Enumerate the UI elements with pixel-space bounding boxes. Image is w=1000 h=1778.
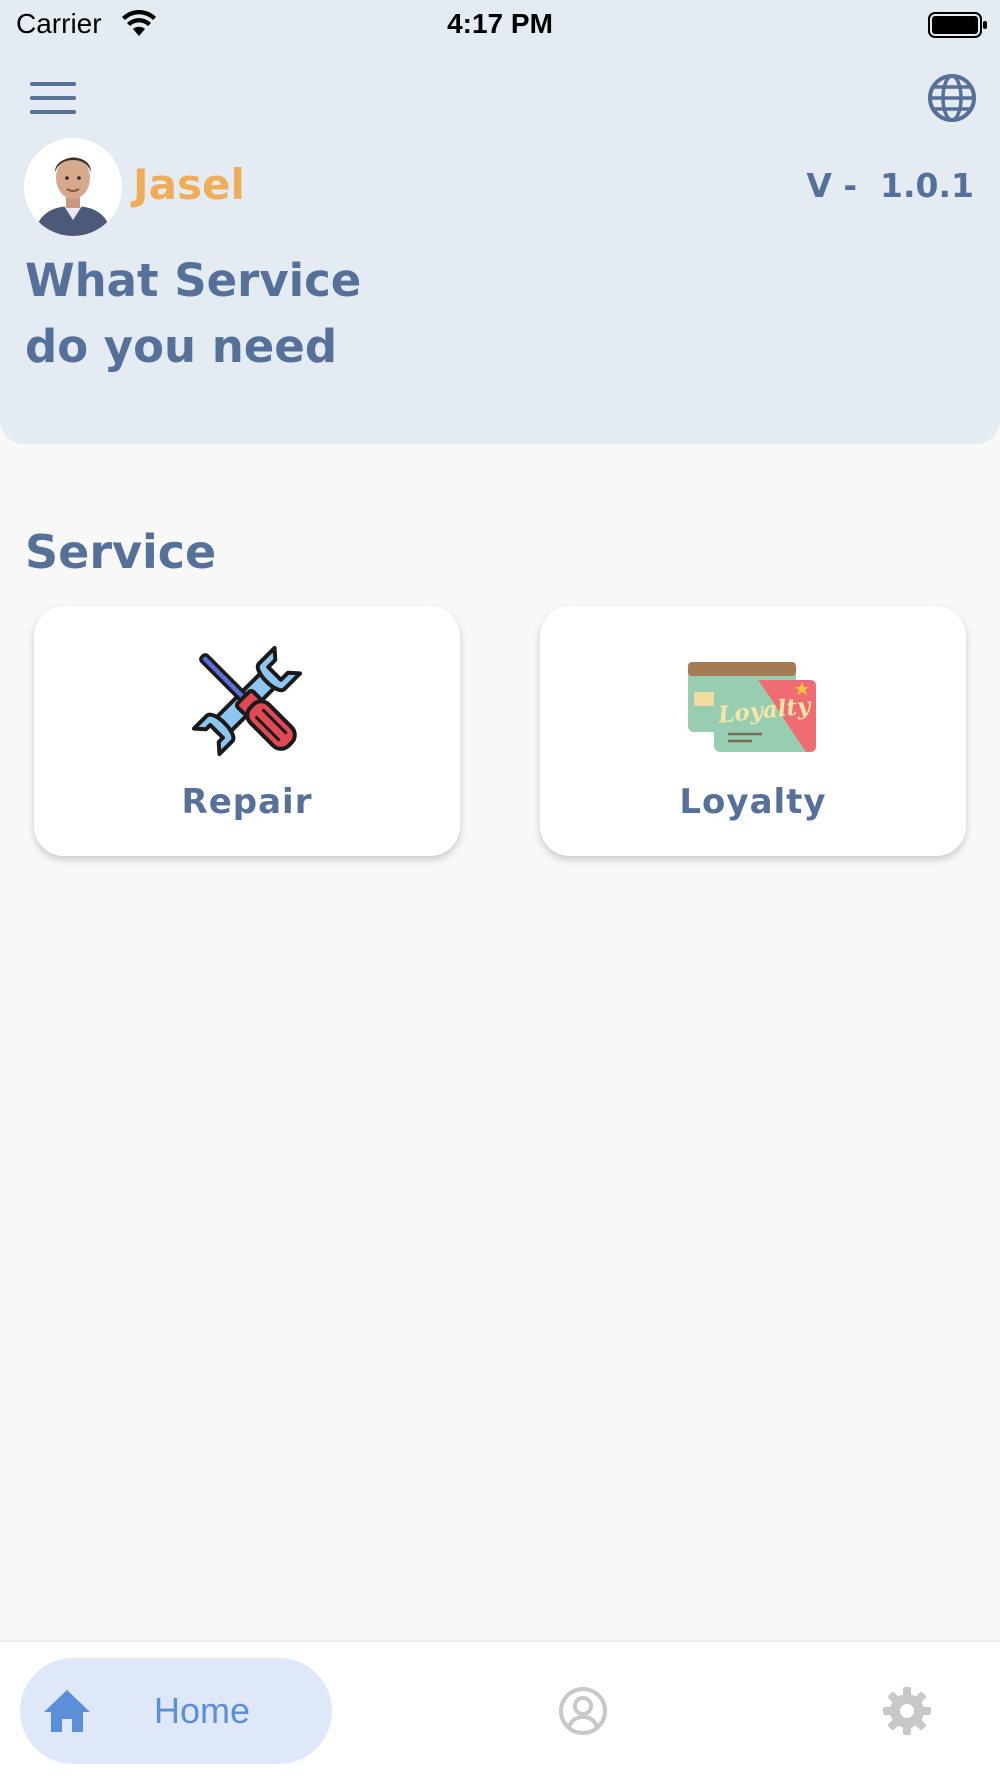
battery-icon [928,12,987,38]
repair-label: Repair [181,782,313,822]
section-title: Service [25,525,217,579]
header-panel: Carrier 4:17 PM Jasel V - 1.0.1 What Ser… [0,0,1000,444]
headline-line-1: What Service [25,254,362,307]
home-screen: Carrier 4:17 PM Jasel V - 1.0.1 What Ser… [0,0,1000,1778]
nav-home-label: Home [154,1690,251,1731]
home-icon [44,1690,90,1732]
status-bar: Carrier 4:17 PM [0,0,1000,50]
hamburger-menu-icon[interactable] [28,78,78,118]
profile-icon[interactable] [558,1686,608,1736]
page-title: What Service do you need [25,248,625,380]
loyalty-service-card[interactable]: Loyalty Loyalty [540,606,966,856]
globe-icon[interactable] [926,72,978,124]
user-name: Jasel [133,160,245,209]
user-photo [24,138,122,236]
repair-service-card[interactable]: Repair [34,606,460,856]
repair-tools-icon [191,645,303,757]
settings-icon[interactable] [882,1686,932,1736]
bottom-navigation: Home [0,1640,1000,1778]
loyalty-card-icon: Loyalty [688,662,816,752]
headline-line-2: do you need [25,320,338,373]
app-version: V - 1.0.1 [806,166,974,205]
nav-home-tab[interactable]: Home [20,1658,332,1764]
avatar [24,138,122,236]
status-time: 4:17 PM [447,8,553,39]
loyalty-label: Loyalty [679,782,827,822]
